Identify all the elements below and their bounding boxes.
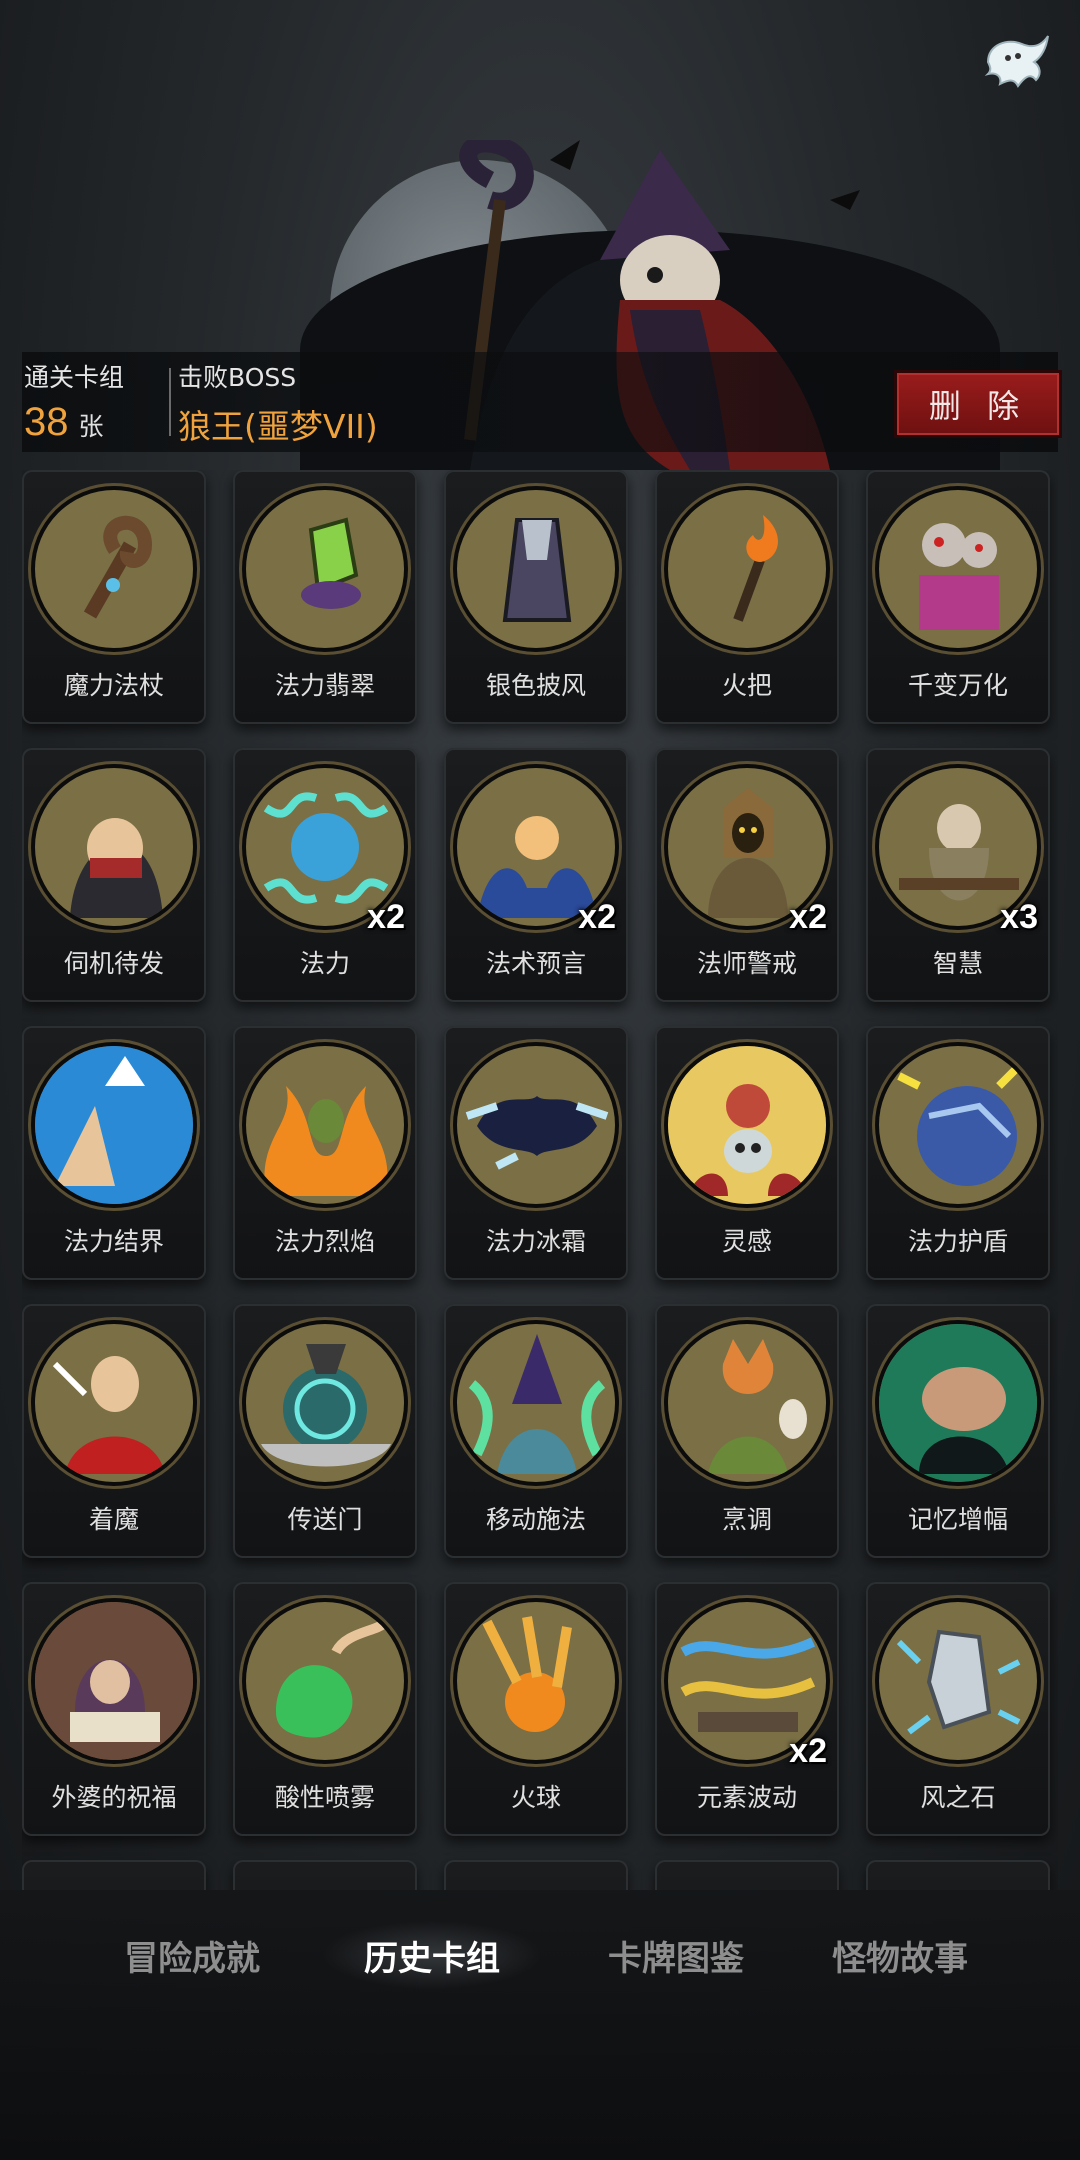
flame-zombie-icon — [246, 1046, 404, 1204]
wind-stone-icon — [879, 1602, 1037, 1760]
card-tile[interactable]: 外婆的祝福 — [22, 1582, 206, 1836]
frost-icon — [457, 1046, 615, 1204]
boss-label: 击败BOSS — [178, 363, 297, 392]
card-tile[interactable]: 银色披风 — [444, 470, 628, 724]
card-tile[interactable]: 灵感 — [655, 1026, 839, 1280]
card-tile[interactable]: 酸性喷雾 — [233, 1582, 417, 1836]
card-multiplier: x2 — [367, 898, 405, 936]
possessed-icon — [35, 1324, 193, 1482]
tab-card-compendium[interactable]: 卡牌图鉴 — [566, 1920, 786, 1990]
tab-adventure-achievements[interactable]: 冒险成就 — [82, 1920, 302, 1990]
skull-brain-icon — [668, 1046, 826, 1204]
emerald-icon — [246, 490, 404, 648]
card-tile[interactable]: x2 元素波动 — [655, 1582, 839, 1836]
deck-label: 通关卡组 — [24, 363, 125, 392]
card-multiplier: x3 — [1000, 898, 1038, 936]
card-tile[interactable]: x2 法力 — [233, 748, 417, 1002]
card-name: 魔力法杖 — [63, 671, 164, 700]
card-tile[interactable]: 记忆增幅 — [866, 1304, 1050, 1558]
card-name: 风之石 — [920, 1783, 996, 1812]
card-name: 火把 — [721, 671, 772, 700]
tab-history-decks[interactable]: 历史卡组 — [322, 1920, 542, 1990]
card-multiplier: x2 — [789, 1732, 827, 1770]
barrier-icon — [35, 1046, 193, 1204]
card-name: 伺机待发 — [63, 949, 164, 978]
card-name: 烹调 — [721, 1505, 772, 1534]
grandma-icon — [35, 1602, 193, 1760]
card-tile[interactable]: 火把 — [655, 470, 839, 724]
card-tile[interactable]: 传送门 — [233, 1304, 417, 1558]
ghost-icon — [984, 35, 1049, 88]
deck-stat: 通关卡组 38 张 — [24, 358, 124, 443]
deck-count: 38 — [24, 400, 69, 444]
card-tile[interactable]: 风之石 — [866, 1582, 1050, 1836]
card-tile[interactable]: 法力护盾 — [866, 1026, 1050, 1280]
settings-button[interactable] — [974, 22, 1054, 102]
card-name: 灵感 — [721, 1227, 772, 1256]
card-tile[interactable]: x3 智慧 — [866, 748, 1050, 1002]
card-name: 法力 — [299, 949, 350, 978]
card-tile-partial[interactable] — [22, 1860, 206, 1890]
boss-name: 狼王(噩梦VII) — [178, 407, 378, 446]
card-name: 传送门 — [287, 1505, 363, 1534]
card-name: 银色披风 — [485, 671, 586, 700]
card-name: 千变万化 — [907, 671, 1008, 700]
card-tile[interactable]: 伺机待发 — [22, 748, 206, 1002]
card-name: 法力烈焰 — [274, 1227, 375, 1256]
card-name: 法术预言 — [485, 949, 586, 978]
card-name: 法力冰霜 — [485, 1227, 586, 1256]
deck-unit: 张 — [78, 412, 104, 441]
delete-button[interactable]: 删 除 — [894, 370, 1062, 438]
staff-icon — [35, 490, 193, 648]
card-name: 外婆的祝福 — [51, 1783, 177, 1812]
card-name: 法力护盾 — [907, 1227, 1008, 1256]
card-name: 移动施法 — [485, 1505, 586, 1534]
fireball-icon — [457, 1602, 615, 1760]
shield-orb-icon — [879, 1046, 1037, 1204]
puppet-icon — [879, 490, 1037, 648]
card-tile-partial[interactable] — [233, 1860, 417, 1890]
stat-divider — [169, 368, 171, 436]
card-name: 酸性喷雾 — [274, 1783, 375, 1812]
card-tile[interactable]: 魔力法杖 — [22, 470, 206, 724]
fox-cook-icon — [668, 1324, 826, 1482]
card-name: 法师警戒 — [696, 949, 797, 978]
card-tile[interactable]: x2 法术预言 — [444, 748, 628, 1002]
tab-monster-stories[interactable]: 怪物故事 — [790, 1920, 1010, 1990]
card-tile[interactable]: 着魔 — [22, 1304, 206, 1558]
card-tile[interactable]: 法力冰霜 — [444, 1026, 628, 1280]
card-tile[interactable]: 移动施法 — [444, 1304, 628, 1558]
card-multiplier: x2 — [789, 898, 827, 936]
card-tile[interactable]: x2 法师警戒 — [655, 748, 839, 1002]
card-name: 元素波动 — [696, 1783, 797, 1812]
card-tile[interactable]: 千变万化 — [866, 470, 1050, 724]
card-tile[interactable]: 法力结界 — [22, 1026, 206, 1280]
brain-icon — [879, 1324, 1037, 1482]
card-multiplier: x2 — [578, 898, 616, 936]
card-tile[interactable]: 火球 — [444, 1582, 628, 1836]
card-name: 智慧 — [932, 949, 983, 978]
card-tile-partial[interactable] — [655, 1860, 839, 1890]
card-tile-partial[interactable] — [444, 1860, 628, 1890]
card-name: 法力翡翠 — [274, 671, 375, 700]
portal-icon — [246, 1324, 404, 1482]
card-name: 着魔 — [88, 1505, 139, 1534]
card-name: 法力结界 — [63, 1227, 164, 1256]
card-grid[interactable]: 魔力法杖 法力翡翠 银色披风 火把 千变万化伺机待发 x2 法力 x2 法术预言 x2 法师警戒 x3… — [22, 470, 1058, 1890]
card-name: 记忆增幅 — [907, 1505, 1008, 1534]
card-tile[interactable]: 法力翡翠 — [233, 470, 417, 724]
rogue-icon — [35, 768, 193, 926]
cloak-icon — [457, 490, 615, 648]
card-name: 火球 — [510, 1783, 561, 1812]
card-tile[interactable]: 烹调 — [655, 1304, 839, 1558]
acid-icon — [246, 1602, 404, 1760]
card-tile-partial[interactable] — [866, 1860, 1050, 1890]
torch-icon — [668, 490, 826, 648]
boss-stat: 击败BOSS 狼王(噩梦VII) — [178, 358, 378, 448]
card-tile[interactable]: 法力烈焰 — [233, 1026, 417, 1280]
wizard-icon — [457, 1324, 615, 1482]
